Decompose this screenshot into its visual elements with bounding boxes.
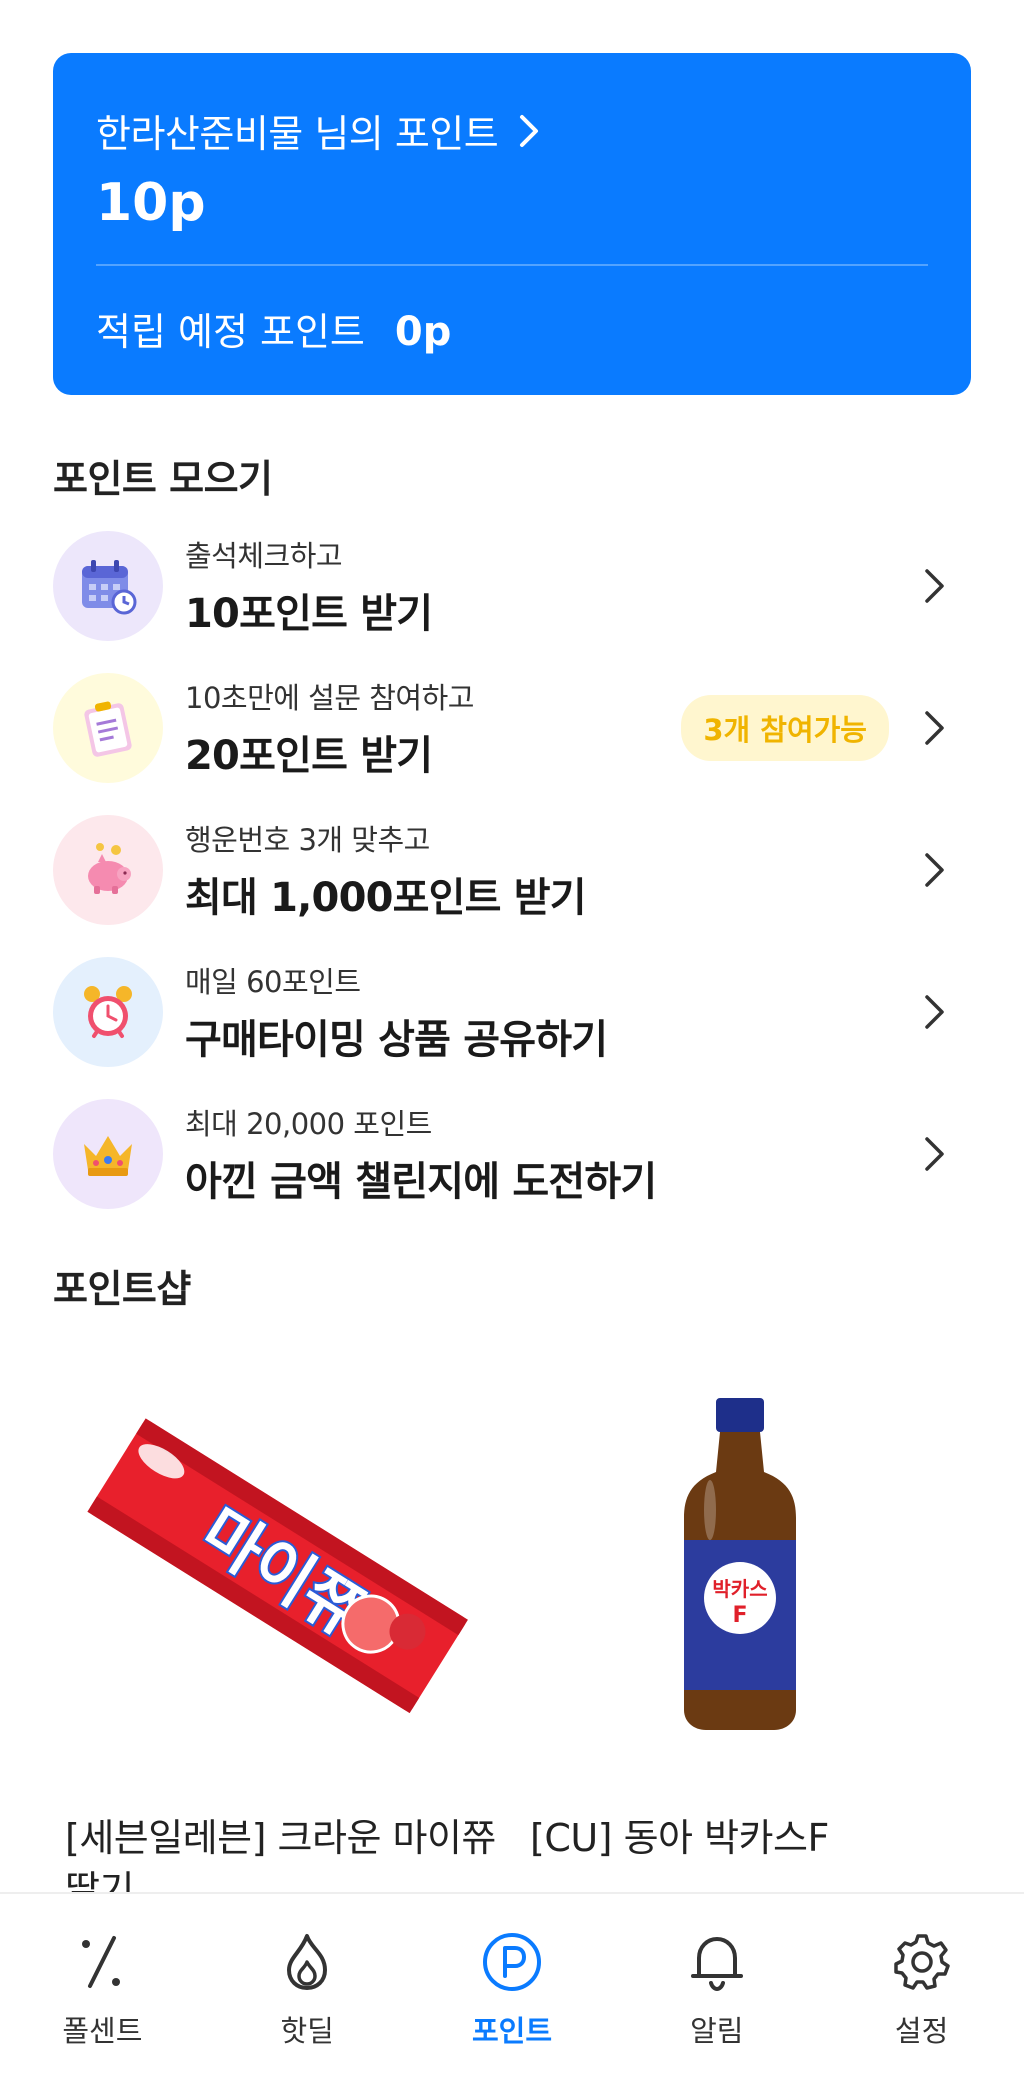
flame-icon xyxy=(287,1934,328,1990)
mission-survey[interactable]: 10초만에 설문 참여하고 20포인트 받기 3개 참여가능 xyxy=(53,672,971,784)
mission-main-text: 최대 1,000포인트 받기 xyxy=(185,875,587,921)
tab-settings[interactable]: 설정 xyxy=(819,1894,1024,2076)
chevron-right-icon xyxy=(520,114,539,147)
product-card[interactable]: 박카스 F [CU] 동아 박카스F xyxy=(520,1360,960,1900)
pending-points-value: 0p xyxy=(394,309,452,355)
tab-notification[interactable]: 알림 xyxy=(614,1894,819,2076)
tab-polcent[interactable]: 폴센트 xyxy=(0,1894,205,2076)
mission-attendance[interactable]: 출석체크하고 10포인트 받기 xyxy=(53,530,971,642)
bottom-tab-bar: 폴센트 핫딜 포인트 알림 설정 xyxy=(0,1892,1024,2076)
point-owner-title: 한라산준비물 님의 포인트 xyxy=(96,112,499,156)
chevron-right-icon xyxy=(925,711,944,745)
chevron-right-icon xyxy=(925,1137,944,1171)
product-card[interactable]: 마이쮸 [세븐일레븐] 크라운 마이쮸 딸기 xyxy=(55,1360,496,1912)
calendar-icon xyxy=(53,531,163,641)
mission-main-text: 구매타이밍 상품 공유하기 xyxy=(185,1017,608,1063)
tab-point[interactable]: 포인트 xyxy=(410,1894,615,2076)
tab-label: 폴센트 xyxy=(62,2014,143,2048)
point-shop-title: 포인트샵 xyxy=(53,1267,191,1311)
mission-main-text: 20포인트 받기 xyxy=(185,733,433,779)
point-title-link[interactable]: 한라산준비물 님의 포인트 xyxy=(96,103,544,158)
mission-savings-challenge[interactable]: 최대 20,000 포인트 아낀 금액 챌린지에 도전하기 xyxy=(53,1098,971,1210)
chevron-right-icon xyxy=(925,853,944,887)
mission-main-text: 10포인트 받기 xyxy=(185,591,433,637)
mission-sub-text: 매일 60포인트 xyxy=(185,965,361,999)
tab-label: 포인트 xyxy=(471,2014,553,2048)
mission-sub-text: 최대 20,000 포인트 xyxy=(185,1107,432,1141)
tab-label: 핫딜 xyxy=(280,2014,334,2048)
mission-share-product[interactable]: 매일 60포인트 구매타이밍 상품 공유하기 xyxy=(53,956,971,1068)
mission-main-text: 아낀 금액 챌린지에 도전하기 xyxy=(185,1159,657,1205)
point-amount: 10p xyxy=(96,173,206,233)
alarm-clock-icon xyxy=(53,957,163,1067)
crown-icon xyxy=(53,1099,163,1209)
mission-sub-text: 행운번호 3개 맞추고 xyxy=(185,823,430,857)
point-p-icon xyxy=(482,1933,541,1991)
tab-hotdeal[interactable]: 핫딜 xyxy=(205,1894,410,2076)
mission-sub-text: 출석체크하고 xyxy=(185,539,343,573)
clipboard-icon xyxy=(53,673,163,783)
product-name: [CU] 동아 박카스F xyxy=(530,1816,829,1860)
bell-icon xyxy=(690,1937,743,1992)
collect-points-title: 포인트 모으기 xyxy=(53,457,273,501)
candy-pack-image: 마이쮸 xyxy=(87,1418,468,1714)
percent-icon xyxy=(82,1936,121,1988)
bottle-image: 박카스 F xyxy=(684,1398,796,1730)
mission-sub-text: 10초만에 설문 참여하고 xyxy=(185,681,474,715)
survey-count-badge: 3개 참여가능 xyxy=(681,695,889,761)
bottle-label: 박카스 xyxy=(712,1577,767,1601)
card-divider xyxy=(96,264,928,266)
mission-lucky-number[interactable]: 행운번호 3개 맞추고 최대 1,000포인트 받기 xyxy=(53,814,971,926)
tab-label: 설정 xyxy=(894,2014,949,2048)
gear-icon xyxy=(893,1934,950,1990)
chevron-right-icon xyxy=(925,995,944,1029)
piggy-bank-icon xyxy=(53,815,163,925)
pending-points-label: 적립 예정 포인트 xyxy=(96,310,365,354)
point-summary-card: 한라산준비물 님의 포인트 10p 적립 예정 포인트 0p xyxy=(53,53,971,395)
svg-text:F: F xyxy=(732,1603,747,1628)
pending-points: 적립 예정 포인트 0p xyxy=(96,301,451,356)
chevron-right-icon xyxy=(925,569,944,603)
tab-label: 알림 xyxy=(690,2014,744,2048)
